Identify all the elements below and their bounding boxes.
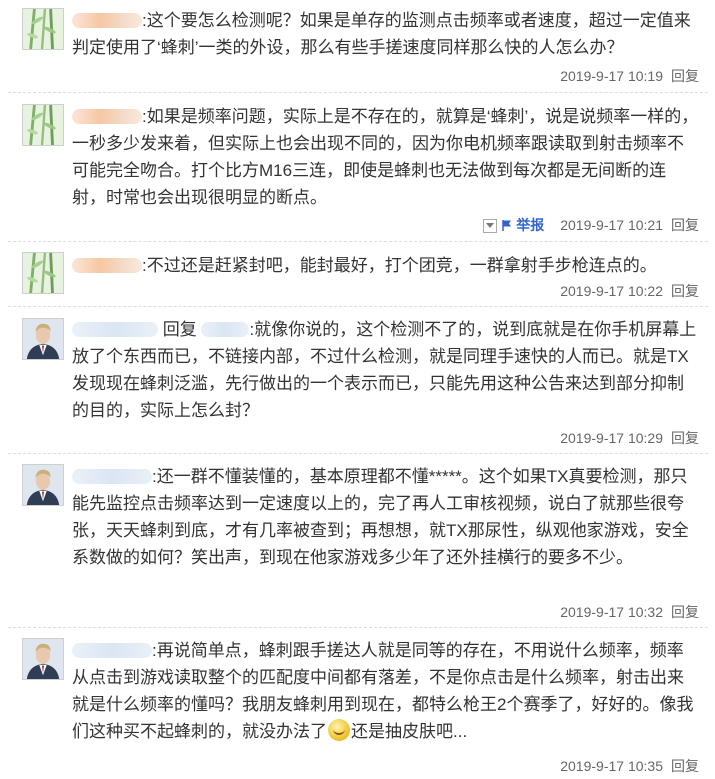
reply-text: :如果是频率问题，实际上是不存在的，就算是‘蜂刺’，说是说频率一样的，一秒多少发…: [72, 107, 699, 207]
divider: [8, 241, 708, 242]
reply-meta: 2019-9-17 10:19 回复: [560, 66, 699, 86]
reply-button[interactable]: 回复: [671, 604, 699, 620]
divider: [8, 453, 708, 454]
reply-meta: 2019-9-17 10:29 回复: [560, 428, 699, 448]
reply-time: 2019-9-17 10:19: [560, 68, 663, 84]
reply-meta: 2019-9-17 10:32 回复: [560, 602, 699, 622]
avatar-bamboo[interactable]: [22, 104, 64, 146]
reply-text-tail: 还是抽皮肤吧...: [351, 722, 468, 741]
username-blurred[interactable]: [72, 469, 152, 484]
bamboo-avatar-icon: [23, 105, 63, 145]
reply-text: :不过还是赶紧封吧，能封最好，打个团竞，一群拿射手步枪连点的。: [142, 256, 657, 275]
divider: [8, 306, 708, 307]
person-avatar-icon: [23, 319, 63, 359]
person-avatar-icon: [23, 639, 63, 679]
reply-button[interactable]: 回复: [671, 430, 699, 446]
reply-content: :不过还是赶紧封吧，能封最好，打个团竞，一群拿射手步枪连点的。: [72, 252, 700, 279]
reply-to-label: 回复: [162, 320, 197, 339]
person-avatar-icon: [23, 465, 63, 505]
username-blurred[interactable]: [72, 322, 158, 337]
smile-emoji-icon: [328, 719, 350, 741]
reply-content: :如果是频率问题，实际上是不存在的，就算是‘蜂刺’，说是说频率一样的，一秒多少发…: [72, 103, 700, 211]
avatar-person[interactable]: [22, 638, 64, 680]
reply-button[interactable]: 回复: [671, 758, 699, 774]
username-blurred[interactable]: [72, 109, 142, 124]
avatar-person[interactable]: [22, 318, 64, 360]
divider: [8, 627, 708, 628]
reply-meta: 2019-9-17 10:35 回复: [560, 756, 699, 776]
reply-text: :这个要怎么检测呢？如果是单存的监测点击频率或者速度，超过一定值来判定使用了‘蜂…: [72, 11, 691, 57]
username-blurred[interactable]: [72, 643, 152, 658]
reply-button[interactable]: 回复: [671, 283, 699, 299]
report-button[interactable]: 举报: [516, 217, 544, 233]
reply-meta: 2019-9-17 10:22 回复: [560, 281, 699, 301]
reply-content: :还一群不懂装懂的，基本原理都不懂*****。这个如果TX真要检测，那只能先监控…: [72, 463, 700, 571]
reply-target-blurred[interactable]: [201, 322, 250, 337]
username-blurred[interactable]: [72, 258, 142, 273]
reply-meta: 举报 2019-9-17 10:21 回复: [483, 215, 699, 235]
report-flag-icon: [502, 220, 512, 231]
bamboo-avatar-icon: [23, 253, 63, 293]
reply-content: :这个要怎么检测呢？如果是单存的监测点击频率或者速度，超过一定值来判定使用了‘蜂…: [72, 7, 700, 61]
reply-text: :还一群不懂装懂的，基本原理都不懂*****。这个如果TX真要检测，那只能先监控…: [72, 467, 689, 567]
reply-time: 2019-9-17 10:35: [560, 758, 663, 774]
avatar-person[interactable]: [22, 464, 64, 506]
username-blurred[interactable]: [72, 13, 142, 28]
avatar-bamboo[interactable]: [22, 252, 64, 294]
reply-time: 2019-9-17 10:22: [560, 283, 663, 299]
reply-time: 2019-9-17 10:29: [560, 430, 663, 446]
bamboo-avatar-icon: [23, 9, 63, 49]
reply-content: 回复 :就像你说的，这个检测不了的，说到底就是在你手机屏幕上放了个东西而已，不链…: [72, 316, 700, 424]
dropdown-icon[interactable]: [483, 219, 498, 233]
reply-button[interactable]: 回复: [671, 217, 699, 233]
reply-time: 2019-9-17 10:21: [560, 217, 663, 233]
avatar-bamboo[interactable]: [22, 8, 64, 50]
divider: [8, 92, 708, 93]
reply-time: 2019-9-17 10:32: [560, 604, 663, 620]
reply-content: :再说简单点，蜂刺跟手搓达人就是同等的存在，不用说什么频率，频率从点击到游戏读取…: [72, 637, 700, 745]
reply-button[interactable]: 回复: [671, 68, 699, 84]
